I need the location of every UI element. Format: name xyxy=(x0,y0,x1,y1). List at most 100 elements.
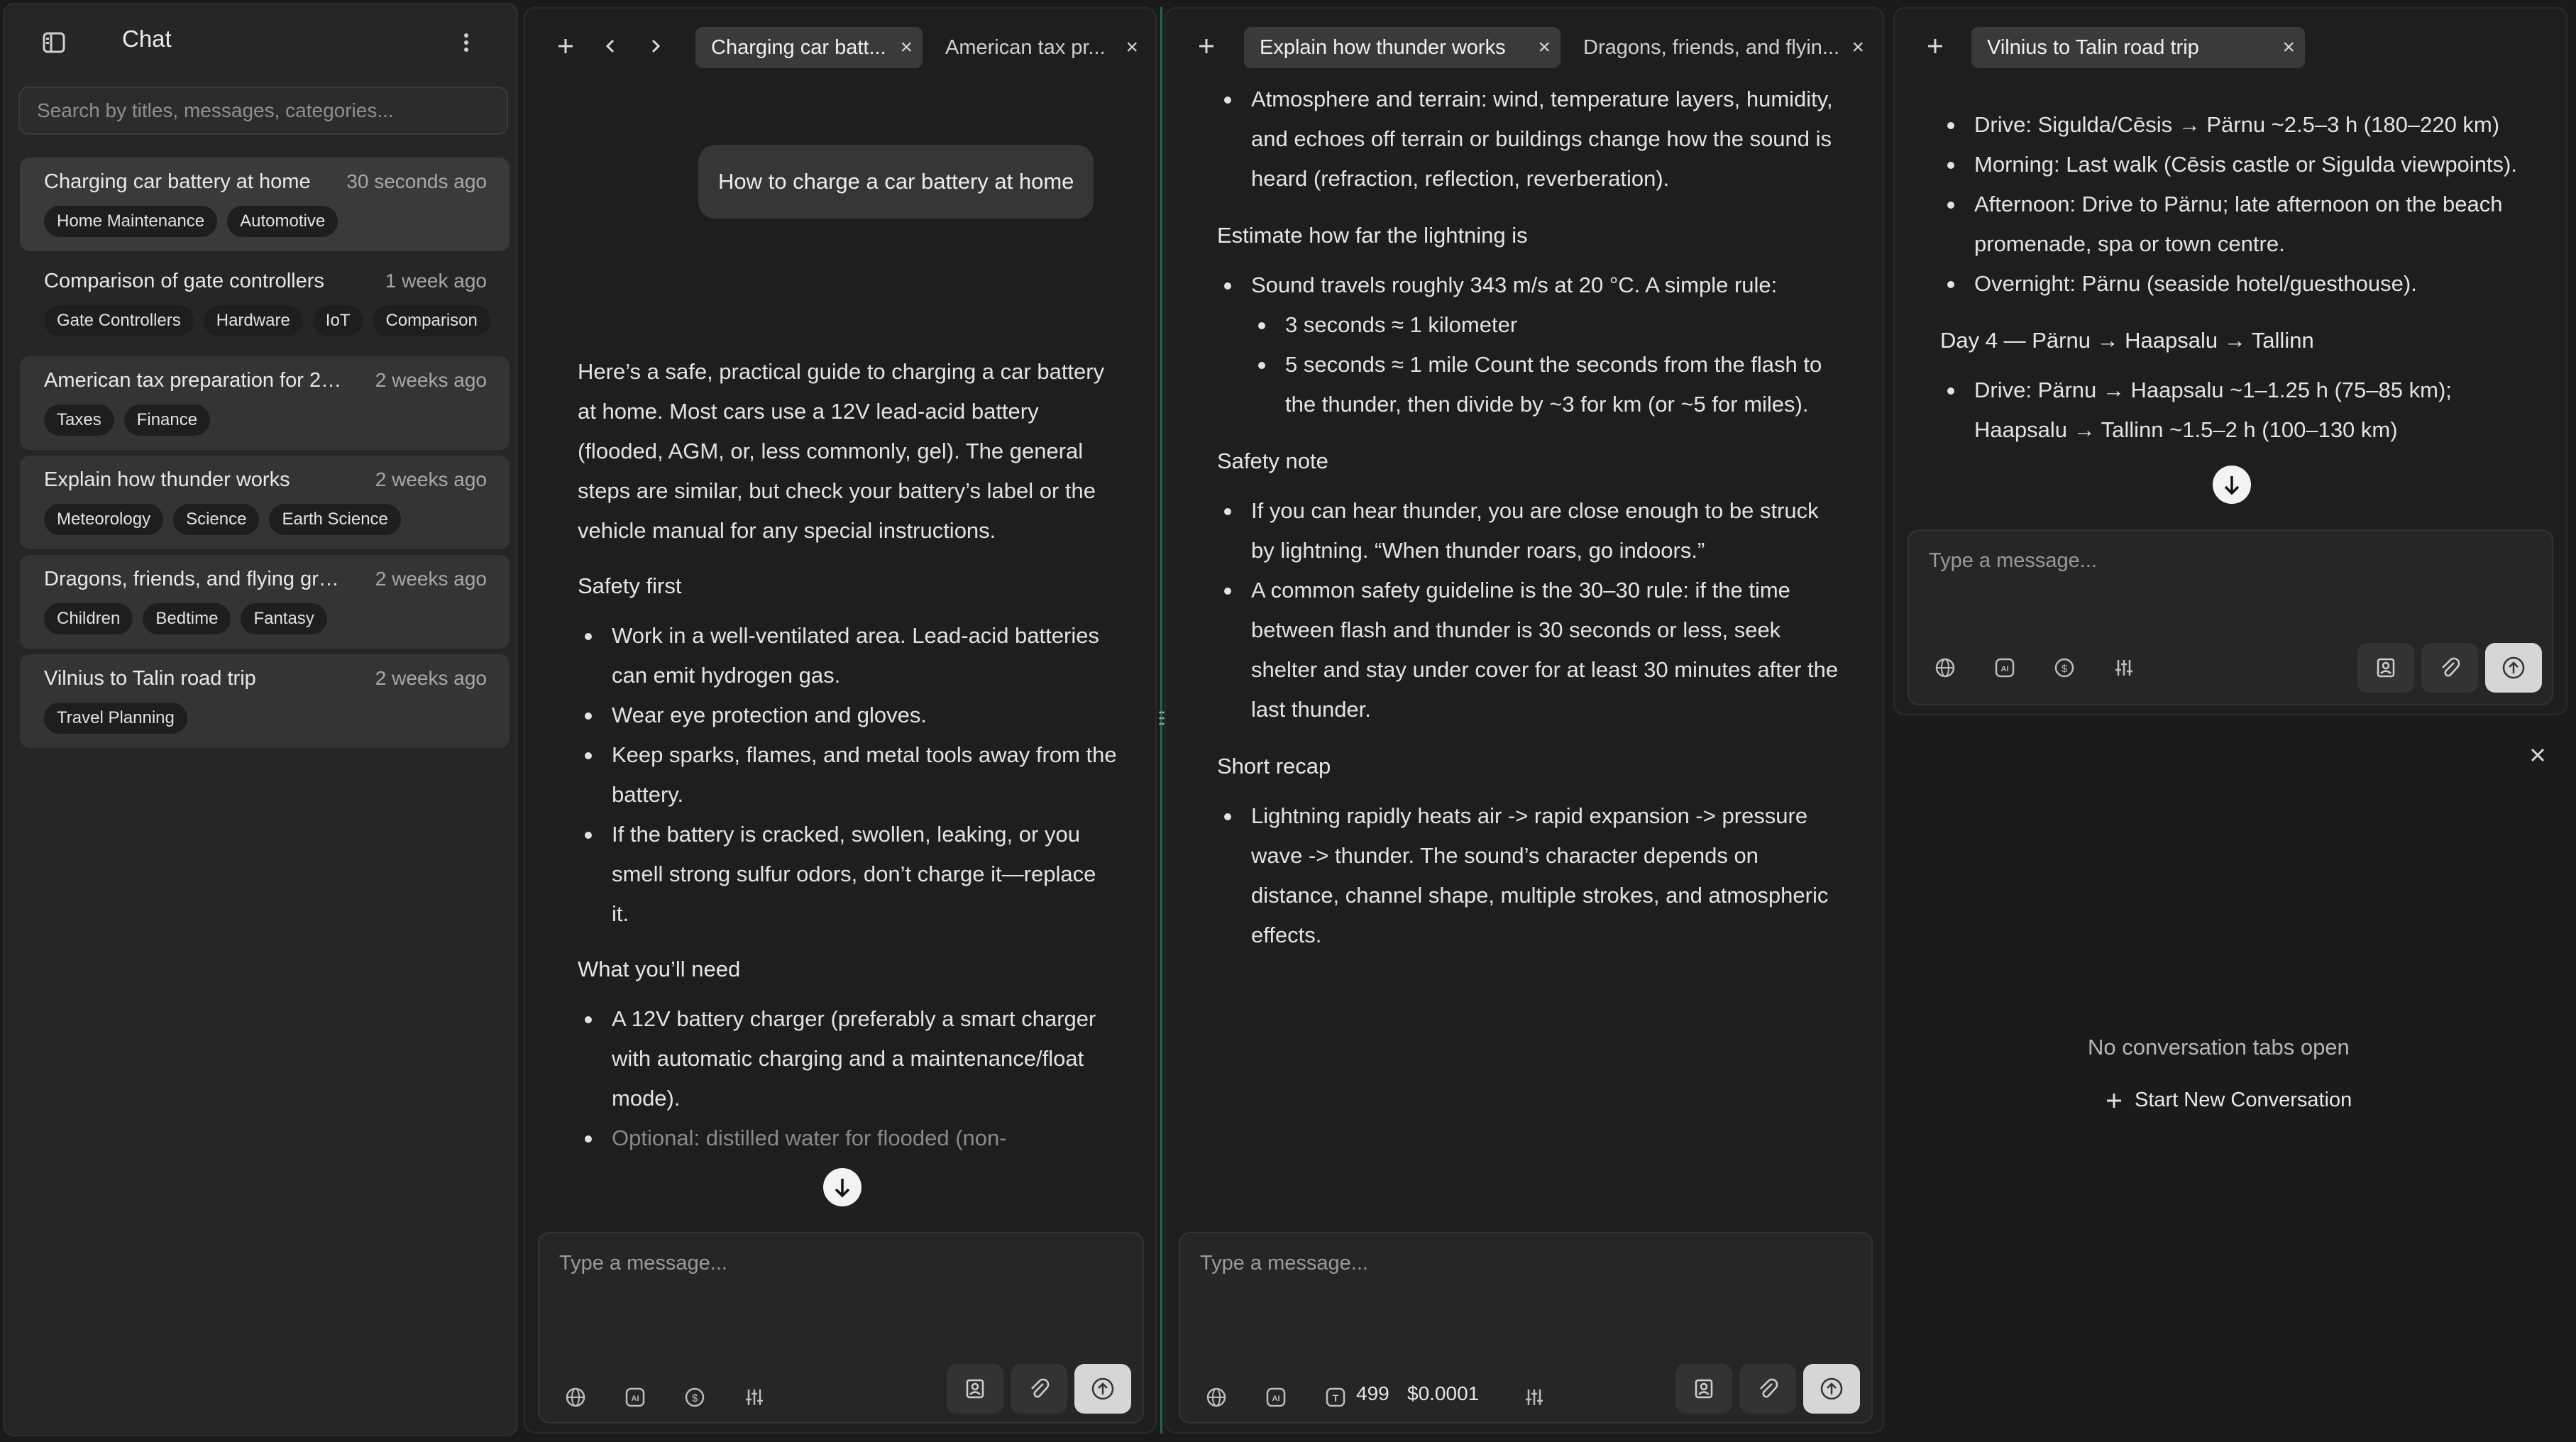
category-tag[interactable]: Automotive xyxy=(227,206,338,237)
new-tab-plus-icon[interactable] xyxy=(1923,34,1947,58)
close-icon[interactable] xyxy=(2525,742,2550,768)
dollar-icon[interactable]: $ xyxy=(683,1385,707,1409)
message-composer[interactable]: Type a message... AI T 499 $0.0001 xyxy=(1179,1232,1873,1424)
globe-icon[interactable] xyxy=(1204,1385,1228,1409)
category-tag[interactable]: IoT xyxy=(312,305,363,336)
tab-vilnius-talin[interactable]: Vilnius to Talin road trip × xyxy=(1971,27,2305,68)
conversation-title: Explain how thunder works xyxy=(44,468,290,491)
message-input[interactable]: Type a message... xyxy=(1200,1252,1368,1275)
list-item: Overnight: Pärnu (seaside hotel/guesthou… xyxy=(1940,264,2536,304)
category-tag[interactable]: Comparison xyxy=(373,305,490,336)
settings-sliders-icon[interactable] xyxy=(1522,1385,1546,1409)
conversation-item[interactable]: American tax preparation for 20... 2 week… xyxy=(20,356,510,450)
contact-button[interactable] xyxy=(2357,643,2414,693)
contact-button[interactable] xyxy=(947,1364,1003,1414)
chevron-left-icon[interactable] xyxy=(599,34,623,58)
attach-button[interactable] xyxy=(1739,1364,1796,1414)
globe-icon[interactable] xyxy=(1933,656,1957,680)
contact-card-icon xyxy=(2377,658,2395,678)
ai-model-icon[interactable]: AI xyxy=(1264,1385,1288,1409)
category-tag[interactable]: Science xyxy=(173,504,260,535)
send-button[interactable] xyxy=(1074,1364,1131,1414)
list-item: A 12V battery charger (preferably a smar… xyxy=(578,999,1117,1118)
tab-charging-car-battery[interactable]: Charging car batt... × xyxy=(695,27,923,68)
message-composer[interactable]: Type a message... AI $ xyxy=(1908,529,2553,705)
start-new-conversation-button[interactable]: Start New Conversation xyxy=(2103,1086,2373,1117)
send-button[interactable] xyxy=(1803,1364,1860,1414)
conversation-title: American tax preparation for 20... xyxy=(44,369,349,392)
token-icon: T xyxy=(1323,1385,1348,1409)
more-options-icon[interactable] xyxy=(456,30,477,55)
list-item: Work in a well-ventilated area. Lead-aci… xyxy=(578,616,1117,695)
section-heading: Safety first xyxy=(578,573,682,598)
tab-explain-thunder[interactable]: Explain how thunder works × xyxy=(1244,27,1561,68)
paperclip-icon xyxy=(1031,1378,1050,1398)
sidebar-header: Chat xyxy=(4,4,517,78)
dollar-icon[interactable]: $ xyxy=(2052,656,2076,680)
globe-icon[interactable] xyxy=(563,1385,588,1409)
conversation-item[interactable]: Dragons, friends, and flying gryff... 2 w… xyxy=(20,555,510,649)
close-icon[interactable]: × xyxy=(1851,27,1864,68)
category-tag[interactable]: Meteorology xyxy=(44,504,164,535)
category-tag[interactable]: Hardware xyxy=(203,305,303,336)
ai-model-icon[interactable]: AI xyxy=(623,1385,647,1409)
settings-sliders-icon[interactable] xyxy=(2112,656,2136,680)
tab-dragons-friends[interactable]: Dragons, friends, and flyin... × xyxy=(1568,27,1874,68)
tab-label: Dragons, friends, and flyin... xyxy=(1583,36,1840,59)
chevron-right-icon[interactable] xyxy=(643,34,667,58)
sidebar-toggle-icon[interactable] xyxy=(40,30,68,55)
tab-label: Explain how thunder works xyxy=(1260,36,1506,59)
category-tag[interactable]: Bedtime xyxy=(143,603,231,634)
user-message: How to charge a car battery at home xyxy=(698,145,1094,219)
day3-list: Drive: Sigulda/Cēsis → Pärnu ~2.5–3 h (1… xyxy=(1940,105,2536,304)
settings-sliders-icon[interactable] xyxy=(742,1385,766,1409)
conversation-item[interactable]: Vilnius to Talin road trip 2 weeks ago Tra… xyxy=(20,654,510,748)
message-input[interactable]: Type a message... xyxy=(559,1252,727,1275)
conversation-item[interactable]: Comparison of gate controllers 1 week ago… xyxy=(20,257,510,351)
scroll-down-arrow-icon[interactable] xyxy=(2213,466,2251,504)
ai-model-icon[interactable]: AI xyxy=(1993,656,2017,680)
conversation-item[interactable]: Charging car battery at home 30 seconds a… xyxy=(20,158,510,251)
paperclip-icon xyxy=(1760,1378,1778,1398)
sidebar-title: Chat xyxy=(122,26,172,52)
start-new-label: Start New Conversation xyxy=(2135,1089,2352,1111)
list-item: 3 seconds ≈ 1 kilometer xyxy=(1217,305,1842,345)
conversation-timestamp: 30 seconds ago xyxy=(346,170,487,192)
assistant-message: Here’s a safe, practical guide to chargi… xyxy=(578,352,1117,1158)
tag-list: Children Bedtime Fantasy xyxy=(44,603,327,634)
contact-button[interactable] xyxy=(1675,1364,1732,1414)
search-input[interactable]: Search by titles, messages, categories..… xyxy=(18,87,508,135)
category-tag[interactable]: Finance xyxy=(123,404,211,436)
category-tag[interactable]: Gate Controllers xyxy=(44,305,194,336)
list-item: If you can hear thunder, you are close e… xyxy=(1217,491,1842,571)
category-tag[interactable]: Home Maintenance xyxy=(44,206,218,237)
message-input[interactable]: Type a message... xyxy=(1929,549,2097,573)
close-icon[interactable]: × xyxy=(900,27,913,68)
attach-button[interactable] xyxy=(1011,1364,1067,1414)
conversation-title: Vilnius to Talin road trip xyxy=(44,667,256,690)
safety-list: Work in a well-ventilated area. Lead-aci… xyxy=(578,616,1117,934)
tab-bar: Charging car batt... × American tax pr..… xyxy=(525,9,1155,82)
scroll-down-arrow-icon[interactable] xyxy=(823,1168,862,1206)
close-icon[interactable]: × xyxy=(1538,27,1551,68)
message-composer[interactable]: Type a message... AI $ xyxy=(538,1232,1144,1424)
section-heading: Estimate how far the lightning is xyxy=(1217,223,1528,248)
tab-american-tax[interactable]: American tax pr... × xyxy=(930,27,1148,68)
assistant-message: Atmosphere and terrain: wind, temperatur… xyxy=(1217,79,1842,955)
attach-button[interactable] xyxy=(2421,643,2478,693)
list-item: Optional: distilled water for flooded (n… xyxy=(578,1118,1117,1158)
category-tag[interactable]: Earth Science xyxy=(269,504,401,535)
send-button[interactable] xyxy=(2485,643,2542,693)
tag-list: Home Maintenance Automotive xyxy=(44,206,338,237)
send-arrow-icon xyxy=(1091,1377,1114,1400)
close-icon[interactable]: × xyxy=(1125,27,1138,68)
category-tag[interactable]: Fantasy xyxy=(241,603,327,634)
category-tag[interactable]: Taxes xyxy=(44,404,114,436)
category-tag[interactable]: Travel Planning xyxy=(44,703,187,734)
conversation-item[interactable]: Explain how thunder works 2 weeks ago Mete… xyxy=(20,456,510,549)
new-tab-plus-icon[interactable] xyxy=(1194,34,1218,58)
category-tag[interactable]: Children xyxy=(44,603,133,634)
list-item: Lightning rapidly heats air -> rapid exp… xyxy=(1217,796,1842,955)
close-icon[interactable]: × xyxy=(2282,27,2295,68)
new-tab-plus-icon[interactable] xyxy=(554,34,578,58)
